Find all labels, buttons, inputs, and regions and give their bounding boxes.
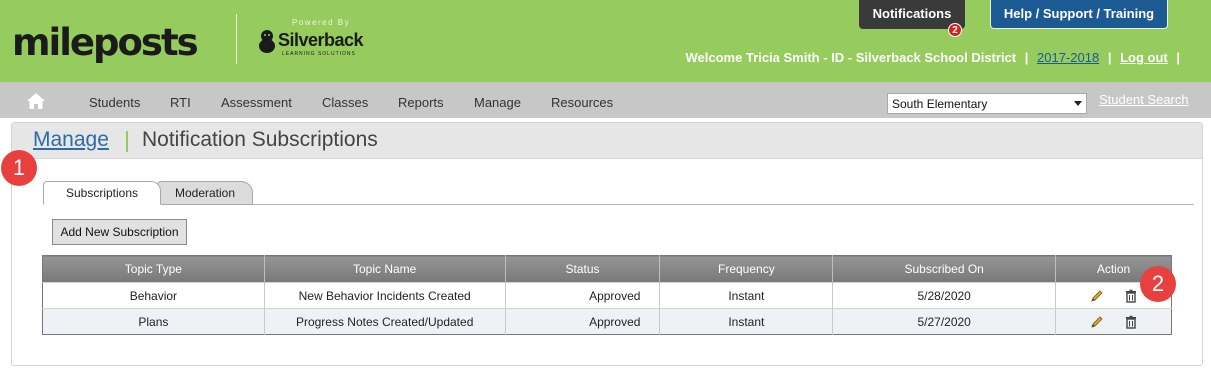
app-header: mileposts Powered By Silverback LEARNING… [0, 0, 1211, 82]
welcome-line: Welcome Tricia Smith - ID - Silverback S… [685, 50, 1185, 65]
nav-item-rti[interactable]: RTI [170, 95, 191, 110]
add-new-subscription-button[interactable]: Add New Subscription [52, 219, 187, 245]
trash-icon[interactable] [1124, 315, 1138, 329]
main-nav: Students RTI Assessment Classes Reports … [0, 82, 1211, 118]
column-header-topic-name[interactable]: Topic Name [264, 255, 506, 283]
school-select-value: South Elementary [892, 97, 988, 111]
cell-subscribed-on: 5/27/2020 [832, 308, 1057, 335]
cell-frequency: Instant [659, 308, 834, 335]
content-panel: Manage Notification Subscriptions Modera… [11, 122, 1203, 366]
annotation-marker-2: 2 [1140, 266, 1176, 302]
dropdown-arrow-icon [1074, 101, 1082, 106]
column-header-status[interactable]: Status [505, 255, 661, 283]
logo-divider [236, 14, 237, 64]
notifications-count-badge[interactable]: 2 [948, 23, 962, 37]
partner-name: Silverback [278, 30, 364, 50]
home-icon[interactable] [26, 92, 46, 110]
nav-item-classes[interactable]: Classes [322, 95, 368, 110]
table-row: Plans Progress Notes Created/Updated App… [42, 308, 1172, 335]
breadcrumb: Manage Notification Subscriptions [12, 123, 1202, 159]
annotation-marker-1: 1 [1, 150, 37, 186]
separator: | [1107, 50, 1112, 65]
pencil-icon[interactable] [1090, 289, 1104, 303]
partner-tagline: LEARNING SOLUTIONS [282, 51, 356, 57]
student-search-link[interactable]: Student Search [1099, 92, 1189, 107]
logout-link[interactable]: Log out [1120, 50, 1168, 65]
nav-item-assessment[interactable]: Assessment [221, 95, 292, 110]
separator: | [1024, 50, 1029, 65]
gorilla-icon [259, 30, 275, 53]
cell-topic-name: New Behavior Incidents Created [264, 282, 506, 309]
page-title: Notification Subscriptions [142, 128, 378, 151]
table-row: Behavior New Behavior Incidents Created … [42, 282, 1172, 309]
separator: | [1176, 50, 1180, 65]
welcome-text: Welcome Tricia Smith - ID - Silverback S… [685, 50, 1017, 65]
pencil-icon[interactable] [1090, 315, 1104, 329]
breadcrumb-divider [126, 131, 128, 152]
cell-actions [1055, 308, 1172, 335]
nav-item-resources[interactable]: Resources [551, 95, 613, 110]
tab-subscriptions[interactable]: Subscriptions [43, 181, 161, 205]
cell-topic-name: Progress Notes Created/Updated [264, 308, 506, 335]
cell-subscribed-on: 5/28/2020 [832, 282, 1057, 309]
cell-frequency: Instant [659, 282, 834, 309]
cell-topic-type: Plans [42, 308, 265, 335]
school-select[interactable]: South Elementary [887, 93, 1087, 114]
subscriptions-table: Topic Type Topic Name Status Frequency S… [42, 255, 1172, 335]
nav-item-manage[interactable]: Manage [474, 95, 521, 110]
nav-item-students[interactable]: Students [89, 95, 140, 110]
help-support-button[interactable]: Help / Support / Training [990, 0, 1168, 29]
cell-status: Approved [505, 282, 661, 309]
breadcrumb-manage-link[interactable]: Manage [33, 128, 109, 152]
tab-moderation[interactable]: Moderation [157, 181, 253, 205]
cell-topic-type: Behavior [42, 282, 265, 309]
trash-icon[interactable] [1124, 289, 1138, 303]
column-header-topic-type[interactable]: Topic Type [42, 255, 265, 283]
column-header-subscribed-on[interactable]: Subscribed On [832, 255, 1057, 283]
table-header-row: Topic Type Topic Name Status Frequency S… [42, 255, 1172, 283]
nav-item-reports[interactable]: Reports [398, 95, 444, 110]
cell-status: Approved [505, 308, 661, 335]
column-header-frequency[interactable]: Frequency [659, 255, 834, 283]
powered-by-label: Powered By [292, 18, 351, 27]
mileposts-logo[interactable]: mileposts [12, 20, 199, 64]
logo-text: mileposts [12, 20, 199, 64]
school-year-link[interactable]: 2017-2018 [1037, 50, 1099, 65]
